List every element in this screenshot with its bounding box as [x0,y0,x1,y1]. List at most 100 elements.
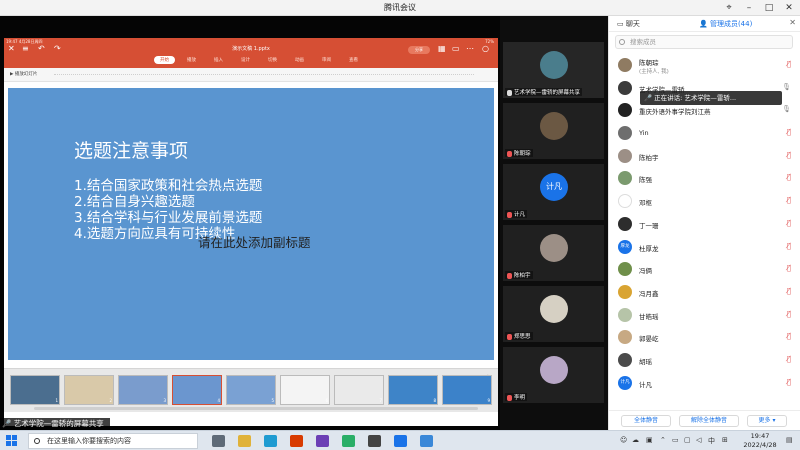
video-tile[interactable]: 艺术学院—雷轿的屏幕共享 [503,42,604,98]
slide-thumbnail[interactable]: 2 [64,375,114,405]
share-file-button[interactable]: 分享 [408,46,430,54]
ribbon-tab[interactable]: 播放 [181,56,202,64]
mic-muted-icon[interactable]: 🎙̸ [787,287,791,295]
current-slide[interactable]: 选题注意事项 1.结合国家政策和社会热点选题 2.结合自身兴趣选题 3.结合学科… [8,88,494,360]
pin-icon[interactable]: ⌖ [720,0,738,16]
member-avatar [618,194,632,209]
thumbnail-scrollbar[interactable] [34,407,478,410]
more-button[interactable]: 更多 ▾ [747,415,787,427]
mic-muted-icon[interactable]: 🎙̸ [787,378,791,386]
slide-bullet: 2.结合自身兴趣选题 [74,194,195,210]
mic-muted-icon[interactable]: 🎙̸ [787,151,791,159]
windows-start-icon[interactable] [6,435,18,447]
unmute-all-button[interactable]: 解除全体静音 [679,415,739,427]
mic-muted-icon[interactable]: 🎙̸ [787,173,791,181]
book-icon[interactable]: ▭ [452,44,460,54]
slide-thumbnail[interactable]: 5 [226,375,276,405]
notification-icon[interactable]: ▤ [786,436,793,444]
chevron-up-icon[interactable]: ⌃ [660,436,666,444]
ribbon-tab[interactable]: 插入 [208,56,229,64]
participant-name-tag: 郑思思 [505,332,533,340]
mic-muted-icon[interactable]: 🎙̸ [787,264,791,272]
mic-muted-icon[interactable]: 🎙̸ [787,219,791,227]
game-icon[interactable] [368,435,381,447]
mic-icon[interactable]: 🎙 [782,83,791,91]
member-row[interactable]: 冯月鑫 🎙̸ [609,281,800,304]
minimize-button[interactable]: – [740,0,758,16]
people-icon[interactable]: ☺ [620,436,627,444]
mic-muted-icon[interactable]: 🎙̸ [787,60,791,68]
volume-icon[interactable]: ◁ [696,436,701,444]
panel-close-icon[interactable]: ✕ [789,18,796,27]
ribbon-tab[interactable]: 审阅 [316,56,337,64]
ime-indicator[interactable]: 中 [708,436,715,446]
display-icon[interactable]: ▢ [684,436,691,444]
keyboard-icon[interactable]: ⊞ [722,436,728,444]
video-tile[interactable]: 陈柏宇 [503,225,604,281]
maximize-button[interactable]: □ [760,0,778,16]
tencent-meeting-icon[interactable] [394,435,407,447]
ribbon-tab[interactable]: 查看 [343,56,364,64]
ribbon-tab[interactable]: 动画 [289,56,310,64]
slide-thumbnail[interactable]: 4 [172,375,222,405]
member-search-input[interactable]: 搜索成员 [615,35,793,49]
member-row[interactable]: Yin 🎙̸ [609,122,800,145]
member-row[interactable]: 邓枢 🎙̸ [609,190,800,213]
edge-icon[interactable] [264,435,277,447]
subtitle-placeholder[interactable]: 请在此处添加副标题 [198,232,311,251]
mic-muted-icon [507,272,512,279]
wechat-icon[interactable] [342,435,355,447]
member-row[interactable]: 厚龙 杜厚龙 🎙̸ [609,236,800,259]
member-row[interactable]: 丁一珊 🎙̸ [609,213,800,236]
cloud-icon[interactable] [420,435,433,447]
slide-thumbnail[interactable]: 7 [334,375,384,405]
mic-muted-icon[interactable]: 🎙̸ [787,355,791,363]
vs-icon[interactable] [316,435,329,447]
video-tile[interactable]: 陈朝琮 [503,103,604,159]
member-row[interactable]: 胡瑶 🎙̸ [609,349,800,372]
slide-thumbnail[interactable]: 3 [118,375,168,405]
tab-chat[interactable]: ▭ 聊天 [617,19,640,29]
layout-icon[interactable]: ▦ [438,44,446,54]
taskbar-search-input[interactable]: 在这里输入你要搜索的内容 [28,433,198,449]
participant-avatar [540,234,568,262]
member-row[interactable]: 陈朝琮 (主持人, 我) 🎙̸ [609,54,800,77]
office-icon[interactable] [290,435,303,447]
member-row[interactable]: 郭晏屹 🎙̸ [609,326,800,349]
mic-icon[interactable]: 🎙 [782,105,791,113]
member-row[interactable]: 陈强 🎙̸ [609,167,800,190]
play-slideshow-button[interactable]: ▶ 播放幻灯片 [10,71,37,77]
mic-muted-icon[interactable]: 🎙̸ [787,310,791,318]
ribbon-tab[interactable]: 设计 [235,56,256,64]
task-view-icon[interactable] [212,435,225,447]
mic-muted-icon[interactable]: 🎙̸ [787,242,791,250]
slide-thumbnail[interactable]: 8 [388,375,438,405]
cloud-icon[interactable]: ☁ [632,436,639,444]
mic-muted-icon[interactable]: 🎙̸ [787,128,791,136]
ribbon-tab[interactable]: 开始 [154,56,175,64]
tab-members[interactable]: 👤 管理成员(44) [699,19,752,29]
slide-thumbnail[interactable]: 1 [10,375,60,405]
taskbar-clock[interactable]: 19:47 2022/4/28 [738,432,782,449]
video-tile[interactable]: 郑思思 [503,286,604,342]
mic-muted-icon[interactable]: 🎙̸ [787,196,791,204]
file-explorer-icon[interactable] [238,435,251,447]
mic-muted-icon[interactable]: 🎙̸ [787,332,791,340]
slide-thumbnail[interactable]: 9 [442,375,492,405]
member-name: 杜厚龙 [639,244,659,253]
network-icon[interactable]: ▭ [672,436,679,444]
member-row[interactable]: 计凡 计凡 🎙̸ [609,372,800,395]
mute-all-button[interactable]: 全体静音 [621,415,671,427]
close-button[interactable]: ✕ [780,0,798,16]
search-icon[interactable]: ○ [482,44,489,54]
app-tray-icon[interactable]: ▣ [646,436,653,444]
video-tile[interactable]: 计凡 计凡 [503,164,604,220]
ribbon-tabs: 开始 播放 插入 设计 切换 动画 审阅 查看 [154,56,364,64]
member-row[interactable]: 冯俩 🎙̸ [609,258,800,281]
more-icon[interactable]: ⋯ [466,44,474,54]
slide-thumbnail[interactable]: 6 [280,375,330,405]
ribbon-tab[interactable]: 切换 [262,56,283,64]
video-tile[interactable]: 李明 [503,347,604,403]
member-row[interactable]: 陈柏宇 🎙̸ [609,145,800,168]
member-row[interactable]: 甘皓瑶 🎙̸ [609,304,800,327]
